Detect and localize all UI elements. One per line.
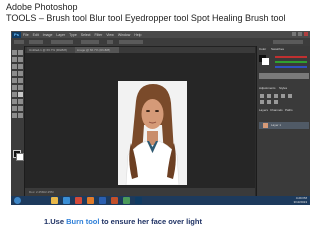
adjustments-icons[interactable] [257,92,310,106]
close-icon[interactable] [304,32,308,36]
path-select-tool-icon[interactable] [12,106,17,111]
menu-filter[interactable]: Filter [95,33,103,37]
slide-caption: 1.Use Burn tool to ensure her face over … [44,217,202,226]
menu-image[interactable]: Image [43,33,53,37]
panel-tab-paths[interactable]: Paths [285,108,293,113]
brush-tool-icon[interactable] [18,71,23,76]
panel-tab-channels[interactable]: Channels [270,108,283,113]
exposure-field[interactable] [81,40,99,44]
caption-tool-name: Burn tool [66,217,100,226]
menu-edit[interactable]: Edit [33,33,39,37]
menu-window[interactable]: Window [118,33,130,37]
spot-healing-tool-icon[interactable] [12,71,17,76]
move-tool-icon[interactable] [12,50,17,55]
doc-size-status: Doc: 2.25M/2.25M [29,190,54,194]
brush-size-picker[interactable] [29,40,43,44]
photoshop-logo-icon: Ps [12,31,21,38]
canvas-area[interactable] [25,53,255,188]
marquee-tool-icon[interactable] [18,50,23,55]
airbrush-toggle[interactable] [107,40,113,44]
crop-tool-icon[interactable] [12,64,17,69]
system-clock: 4:29 PM 3/13/2013 [293,196,307,204]
panel-tab-adjustments[interactable]: Adjustments [259,86,276,91]
layer-row[interactable]: Layer 1 [259,122,309,129]
layer-name: Layer 1 [271,123,282,127]
menu-bar: Ps File Edit Image Layer Type Select Fil… [11,31,310,38]
chrome-taskbar-icon[interactable] [75,197,82,204]
media-taskbar-icon[interactable] [87,197,94,204]
layer-thumbnail [263,123,268,128]
panels-dock: Color Swatches Adjustments Styles Layers… [256,46,310,196]
powerpoint-taskbar-icon[interactable] [111,197,118,204]
quick-select-tool-icon[interactable] [18,57,23,62]
workspace-switcher[interactable] [273,40,303,44]
panel-tab-color[interactable]: Color [259,47,266,52]
gradient-tool-icon[interactable] [18,85,23,90]
protect-tones-checkbox[interactable] [119,40,143,44]
window-controls [292,32,308,36]
portrait-photo [118,81,187,185]
hand-tool-icon[interactable] [12,113,17,118]
shape-tool-icon[interactable] [18,106,23,111]
blur-tool-icon[interactable] [12,92,17,97]
menu-type[interactable]: Type [69,33,77,37]
menu-file[interactable]: File [23,33,29,37]
lasso-tool-icon[interactable] [12,57,17,62]
panel-tab-styles[interactable]: Styles [279,86,287,91]
app-taskbar-icon[interactable] [123,197,130,204]
background-color-swatch[interactable] [16,153,24,161]
menu-select[interactable]: Select [81,33,91,37]
eraser-tool-icon[interactable] [12,85,17,90]
color-picker-widget[interactable] [257,53,310,83]
toolbox [11,46,25,196]
pen-tool-icon[interactable] [12,99,17,104]
minimize-icon[interactable] [292,32,296,36]
menu-help[interactable]: Help [134,33,141,37]
panel-tab-layers[interactable]: Layers [259,108,268,113]
status-bar: Doc: 2.25M/2.25M [25,188,255,196]
windows-start-icon[interactable] [14,197,21,204]
tool-preset-picker[interactable] [14,40,24,44]
history-brush-tool-icon[interactable] [18,78,23,83]
panel-tab-swatches[interactable]: Swatches [271,47,284,52]
range-dropdown[interactable] [51,40,73,44]
caption-suffix: to ensure her face over light [99,217,202,226]
menu-view[interactable]: View [106,33,114,37]
windows-taskbar: 4:29 PM 3/13/2013 [11,196,310,205]
slide-title-line1: Adobe Photoshop [6,2,78,12]
photoshop-window: Ps File Edit Image Layer Type Select Fil… [11,31,310,205]
menu-layer[interactable]: Layer [56,33,65,37]
photoshop-taskbar-icon[interactable] [135,197,142,204]
slide-title-line2: TOOLS – Brush tool Blur tool Eyedropper … [6,13,286,23]
type-tool-icon[interactable] [18,99,23,104]
portrait-image [118,81,187,185]
word-taskbar-icon[interactable] [99,197,106,204]
explorer-taskbar-icon[interactable] [51,197,58,204]
clone-stamp-tool-icon[interactable] [12,78,17,83]
maximize-icon[interactable] [298,32,302,36]
zoom-tool-icon[interactable] [18,113,23,118]
slide-title: Adobe Photoshop TOOLS – Brush tool Blur … [6,2,314,24]
caption-prefix: 1.Use [44,217,67,226]
ie-taskbar-icon[interactable] [63,197,70,204]
eyedropper-tool-icon[interactable] [18,64,23,69]
burn-tool-icon[interactable] [18,92,23,97]
clock-date: 3/13/2013 [293,199,307,204]
